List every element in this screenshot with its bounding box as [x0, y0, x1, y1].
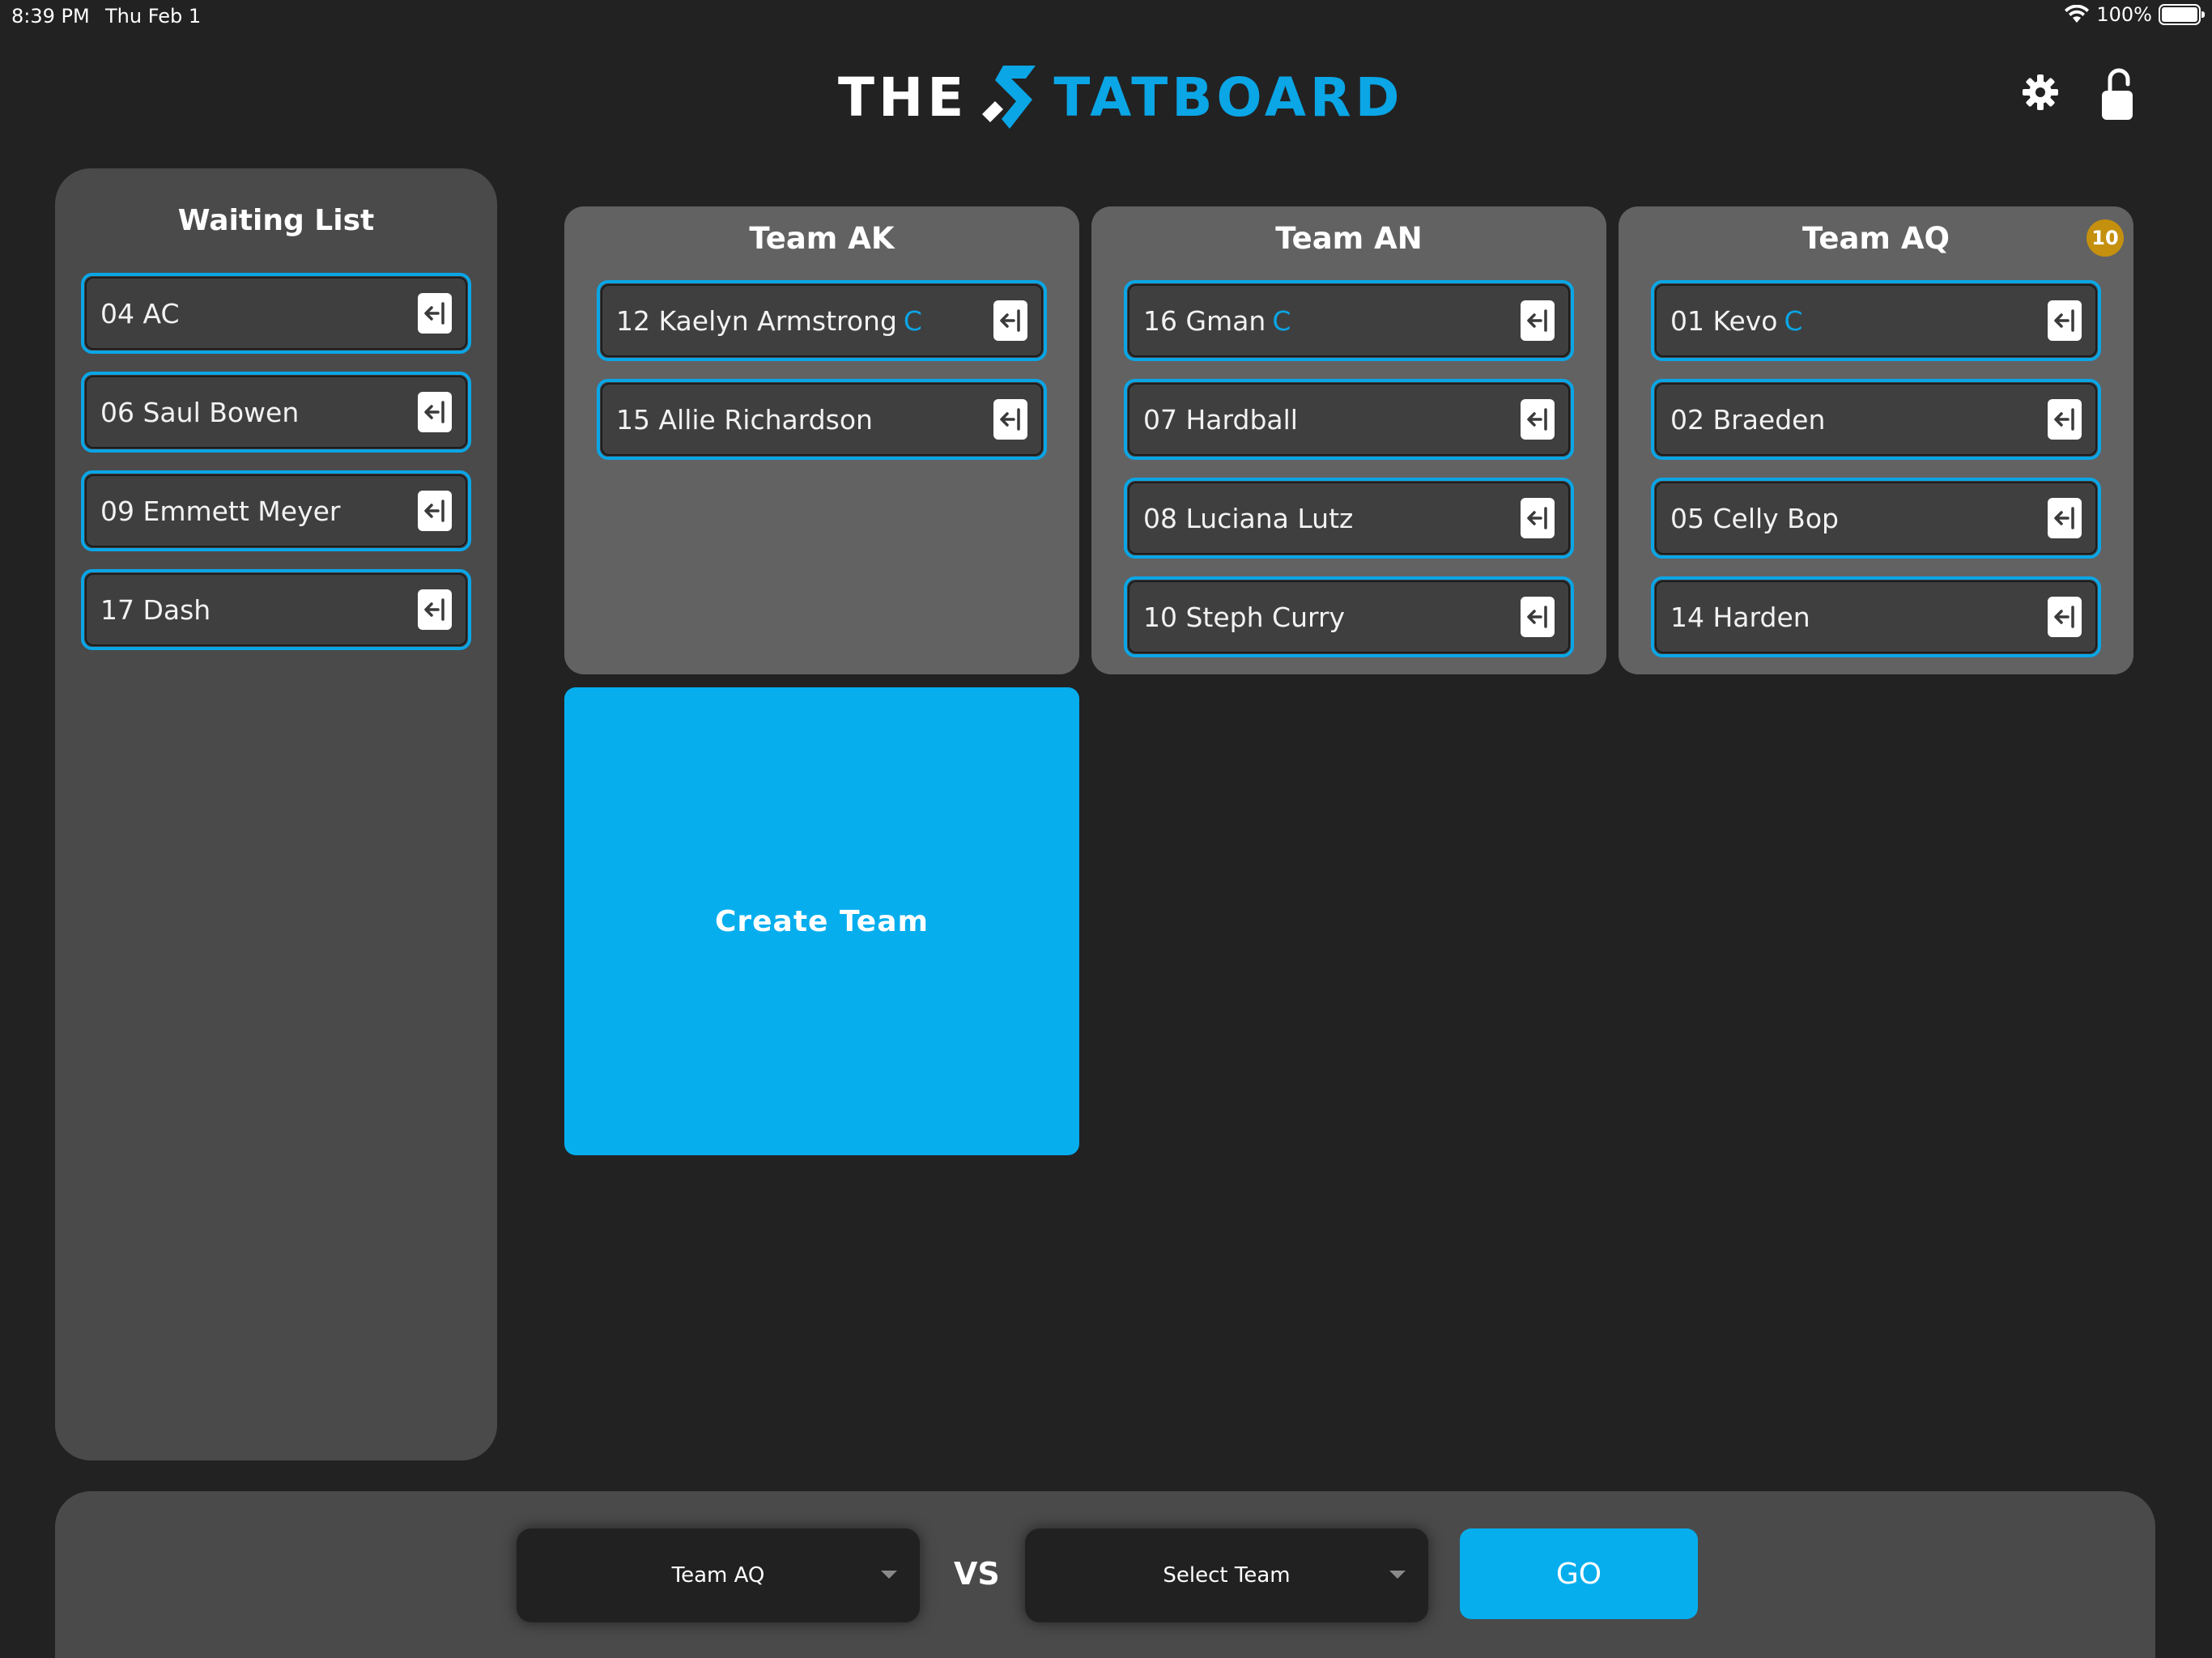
team1-select[interactable]: Team AQ [517, 1528, 920, 1622]
logo-text-the: THE [838, 66, 968, 129]
unlocked-padlock-icon[interactable] [2099, 66, 2136, 121]
app-logo: THE TATBOARD [838, 57, 1404, 138]
captain-marker: C [1784, 304, 1803, 337]
team-player-list: 16 Gman C 07 Hardball 08 Luciana Lutz 10 … [1091, 280, 1606, 657]
status-date: Thu Feb 1 [105, 5, 202, 28]
player-name: 10 Steph Curry [1143, 601, 1346, 633]
chevron-down-icon [881, 1571, 897, 1579]
logo-s-mark-icon [982, 66, 1036, 129]
team-player-card[interactable]: 02 Braeden [1651, 379, 2101, 460]
team-title: Team AQ [1802, 221, 1950, 256]
match-bar: Team AQ VS Select Team GO [55, 1491, 2155, 1658]
waiting-player-card[interactable]: 17 Dash [81, 569, 471, 650]
vs-label: VS [954, 1556, 1000, 1592]
team-player-card[interactable]: 10 Steph Curry [1124, 576, 1574, 657]
waiting-player-card[interactable]: 09 Emmett Meyer [81, 470, 471, 551]
player-name-wrap: 01 Kevo C [1670, 305, 1803, 337]
team-player-card[interactable]: 01 Kevo C [1651, 280, 2101, 361]
team-panel-ak: Team AK 12 Kaelyn Armstrong C 15 Allie Ri… [564, 206, 1079, 674]
player-name: 06 Saul Bowen [100, 396, 300, 428]
team-count-badge: 10 [2087, 219, 2124, 257]
gear-icon[interactable] [2021, 73, 2060, 112]
player-name: 05 Celly Bop [1670, 502, 1839, 534]
player-name: 14 Harden [1670, 601, 1810, 633]
go-button[interactable]: GO [1460, 1528, 1698, 1619]
player-name: 01 Kevo [1670, 304, 1778, 337]
waiting-list-players: 04 AC 06 Saul Bowen 09 Emmett Meyer 17 D… [55, 273, 497, 650]
player-name: 02 Braeden [1670, 403, 1826, 436]
exit-arrow-left-icon[interactable] [2048, 597, 2082, 637]
exit-arrow-left-icon[interactable] [418, 392, 452, 432]
team-player-list: 12 Kaelyn Armstrong C 15 Allie Richardson [564, 280, 1079, 460]
waiting-list-title: Waiting List [177, 204, 375, 237]
exit-arrow-left-icon[interactable] [2048, 498, 2082, 538]
player-name: 15 Allie Richardson [616, 403, 873, 436]
team-title: Team AK [749, 221, 895, 256]
exit-arrow-left-icon[interactable] [2048, 399, 2082, 440]
team2-select[interactable]: Select Team [1025, 1528, 1428, 1622]
player-name-wrap: 16 Gman C [1143, 305, 1291, 337]
player-name: 17 Dash [100, 593, 211, 626]
captain-marker: C [1272, 304, 1291, 337]
logo-text-tatboard: TATBOARD [1053, 66, 1404, 129]
team-player-card[interactable]: 12 Kaelyn Armstrong C [597, 280, 1047, 361]
player-name: 09 Emmett Meyer [100, 495, 341, 527]
exit-arrow-left-icon[interactable] [2048, 300, 2082, 341]
chevron-down-icon [1389, 1571, 1406, 1579]
player-name: 07 Hardball [1143, 403, 1298, 436]
team-player-card[interactable]: 15 Allie Richardson [597, 379, 1047, 460]
team1-selected-value: Team AQ [671, 1563, 765, 1588]
exit-arrow-left-icon[interactable] [418, 293, 452, 334]
team-panel-aq: Team AQ 10 01 Kevo C 02 Braeden 05 Celly … [1619, 206, 2133, 674]
team2-selected-value: Select Team [1163, 1563, 1291, 1588]
team-player-card[interactable]: 14 Harden [1651, 576, 2101, 657]
team-title: Team AN [1275, 221, 1423, 256]
battery-percent: 100% [2096, 3, 2152, 26]
team-player-card[interactable]: 05 Celly Bop [1651, 478, 2101, 559]
captain-marker: C [903, 304, 922, 337]
exit-arrow-left-icon[interactable] [1521, 597, 1555, 637]
status-bar: 8:39 PM Thu Feb 1 100% [0, 0, 2212, 36]
exit-arrow-left-icon[interactable] [1521, 399, 1555, 440]
player-name: 12 Kaelyn Armstrong [616, 304, 897, 337]
player-name: 16 Gman [1143, 304, 1266, 337]
exit-arrow-left-icon[interactable] [993, 300, 1027, 341]
wifi-icon [2065, 5, 2090, 23]
battery-icon [2159, 4, 2205, 25]
status-indicators: 100% [2064, 3, 2205, 26]
waiting-player-card[interactable]: 06 Saul Bowen [81, 372, 471, 453]
exit-arrow-left-icon[interactable] [1521, 300, 1555, 341]
player-name: 04 AC [100, 297, 180, 329]
create-team-button[interactable]: Create Team [564, 687, 1079, 1155]
team-player-card[interactable]: 16 Gman C [1124, 280, 1574, 361]
team-player-list: 01 Kevo C 02 Braeden 05 Celly Bop 14 Hard… [1619, 280, 2133, 657]
exit-arrow-left-icon[interactable] [418, 491, 452, 531]
exit-arrow-left-icon[interactable] [1521, 498, 1555, 538]
team-panel-an: Team AN 16 Gman C 07 Hardball 08 Luciana … [1091, 206, 1606, 674]
status-time: 8:39 PM [11, 5, 90, 28]
player-name-wrap: 12 Kaelyn Armstrong C [616, 305, 922, 337]
team-player-card[interactable]: 08 Luciana Lutz [1124, 478, 1574, 559]
team-player-card[interactable]: 07 Hardball [1124, 379, 1574, 460]
exit-arrow-left-icon[interactable] [993, 399, 1027, 440]
exit-arrow-left-icon[interactable] [418, 589, 452, 630]
player-name: 08 Luciana Lutz [1143, 502, 1354, 534]
waiting-list-panel: Waiting List 04 AC 06 Saul Bowen 09 Emme… [55, 168, 497, 1460]
waiting-player-card[interactable]: 04 AC [81, 273, 471, 354]
